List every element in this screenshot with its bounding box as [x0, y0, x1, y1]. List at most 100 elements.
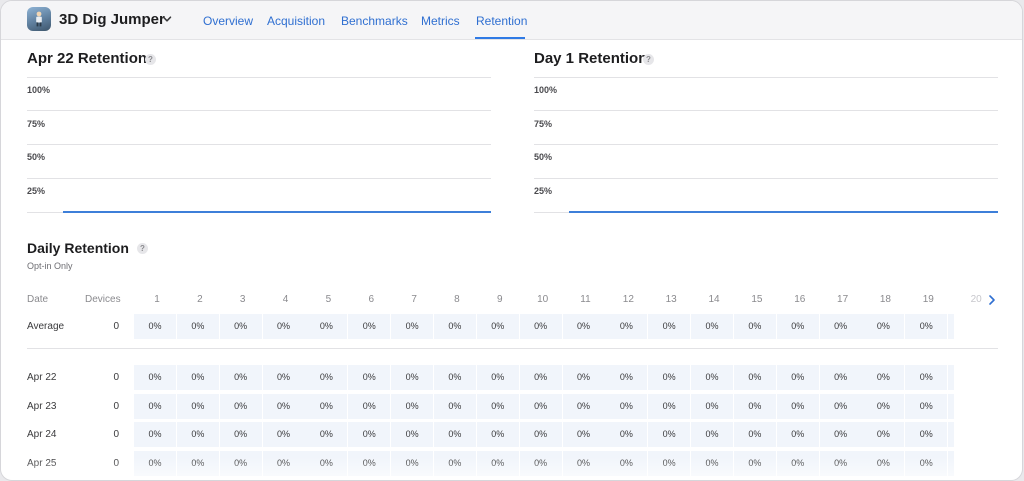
retention-cell: 0%	[134, 314, 176, 339]
x-axis	[534, 212, 569, 213]
help-icon[interactable]: ?	[643, 54, 654, 65]
retention-cell: 0%	[219, 450, 262, 476]
day-column-header: 14	[708, 294, 720, 305]
tab-acquisition[interactable]: Acquisition	[267, 14, 325, 28]
retention-cell: 0%	[262, 422, 305, 448]
retention-cell: 0%	[176, 314, 219, 339]
clipped-cell	[948, 314, 955, 339]
retention-cell: 0%	[134, 393, 176, 419]
retention-cell: 0%	[776, 422, 819, 448]
tab-overview[interactable]: Overview	[203, 14, 253, 28]
retention-cell: 0%	[176, 393, 219, 419]
apr22-retention-title: Apr 22 Retention	[27, 50, 148, 67]
clipped-cell	[948, 393, 955, 419]
retention-cell: 0%	[605, 422, 648, 448]
day-column-header: 18	[879, 294, 891, 305]
day-column-header: 12	[622, 294, 634, 305]
day-column-header: 1	[154, 294, 160, 305]
day1-retention-chart: 100% 75% 50% 25%	[534, 77, 998, 217]
column-header-date: Date	[27, 294, 49, 305]
day-column-header: 10	[537, 294, 549, 305]
retention-cell: 0%	[648, 393, 691, 419]
clipped-cell	[948, 450, 955, 476]
day-column-header: 8	[454, 294, 460, 305]
retention-cell: 0%	[862, 393, 905, 419]
y-tick-label: 75%	[27, 119, 46, 129]
retention-cell: 0%	[862, 450, 905, 476]
app-icon[interactable]	[27, 7, 51, 31]
day-column-header: 19	[922, 294, 934, 305]
row-divider	[27, 348, 998, 349]
chevron-down-icon[interactable]	[161, 13, 173, 25]
retention-cell: 0%	[219, 365, 262, 390]
gridline	[27, 77, 491, 78]
opt-in-subtitle: Opt-in Only	[27, 261, 73, 271]
gridline	[534, 144, 998, 145]
help-icon[interactable]: ?	[145, 54, 156, 65]
retention-cell: 0%	[733, 393, 776, 419]
column-header-devices: Devices	[85, 294, 121, 305]
app-window: 3D Dig Jumper Overview Acquisition Bench…	[0, 0, 1023, 481]
retention-cell: 0%	[905, 314, 948, 339]
retention-cell: 0%	[648, 450, 691, 476]
retention-cell: 0%	[391, 422, 434, 448]
retention-cell: 0%	[862, 422, 905, 448]
average-row-label: Average	[27, 321, 65, 332]
gridline	[27, 110, 491, 111]
retention-cell: 0%	[433, 365, 476, 390]
retention-cell: 0%	[348, 314, 391, 339]
retention-cell: 0%	[176, 450, 219, 476]
retention-cell: 0%	[476, 422, 519, 448]
top-bar: 3D Dig Jumper Overview Acquisition Bench…	[1, 1, 1022, 40]
retention-cell: 0%	[476, 365, 519, 390]
y-tick-label: 50%	[27, 152, 46, 162]
retention-cell: 0%	[562, 314, 605, 339]
day-column-header: 20	[970, 294, 982, 305]
retention-cell: 0%	[519, 365, 562, 390]
day1-retention-title: Day 1 Retention	[534, 50, 648, 67]
y-tick-label: 100%	[27, 85, 51, 95]
gridline	[27, 144, 491, 145]
retention-cell: 0%	[476, 450, 519, 476]
app-name[interactable]: 3D Dig Jumper	[59, 11, 165, 28]
y-tick-label: 50%	[534, 152, 553, 162]
retention-cell: 0%	[348, 393, 391, 419]
y-tick-label: 100%	[534, 85, 558, 95]
clipped-cell	[948, 365, 955, 390]
daily-retention-title: Daily Retention	[27, 240, 129, 256]
retention-cell: 0%	[733, 450, 776, 476]
retention-cell: 0%	[819, 450, 862, 476]
day-column-header: 6	[368, 294, 375, 305]
devices-count: 0	[113, 321, 119, 332]
retention-cell: 0%	[605, 393, 648, 419]
retention-cell: 0%	[262, 450, 305, 476]
day-column-header: 9	[497, 294, 503, 305]
retention-cell: 0%	[219, 314, 262, 339]
retention-cell: 0%	[691, 450, 734, 476]
retention-cell: 0%	[648, 365, 691, 390]
retention-cell: 0%	[776, 365, 819, 390]
retention-cell: 0%	[305, 314, 348, 339]
retention-cell: 0%	[691, 365, 734, 390]
retention-cell: 0%	[305, 450, 348, 476]
chevron-right-icon[interactable]	[987, 294, 997, 306]
retention-cell: 0%	[605, 365, 648, 390]
retention-cell: 0%	[562, 393, 605, 419]
help-icon[interactable]: ?	[137, 243, 148, 254]
active-tab-indicator	[475, 37, 525, 39]
tab-metrics[interactable]: Metrics	[421, 14, 460, 28]
day-column-header: 15	[751, 294, 763, 305]
retention-cell: 0%	[905, 450, 948, 476]
retention-cell: 0%	[348, 450, 391, 476]
row-date: Apr 22	[27, 372, 57, 383]
tab-benchmarks[interactable]: Benchmarks	[341, 14, 408, 28]
retention-cell: 0%	[648, 314, 691, 339]
retention-cell: 0%	[905, 393, 948, 419]
tab-retention[interactable]: Retention	[476, 14, 527, 28]
retention-cell: 0%	[476, 314, 519, 339]
retention-cell: 0%	[819, 365, 862, 390]
row-date: Apr 24	[27, 429, 57, 441]
retention-cell: 0%	[391, 365, 434, 390]
gridline	[534, 110, 998, 111]
day-column-header: 5	[325, 294, 332, 305]
